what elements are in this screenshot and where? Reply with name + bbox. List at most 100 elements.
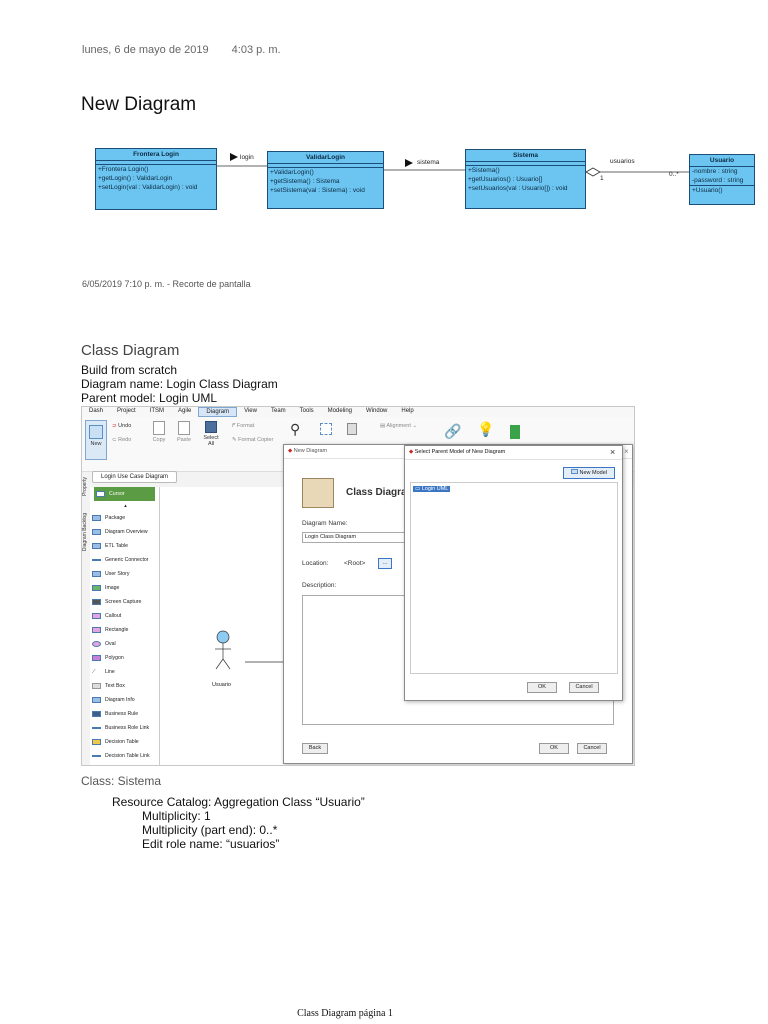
menu-team[interactable]: Team — [264, 407, 293, 417]
parent-dialog-title: Select Parent Model of New Diagram — [414, 449, 506, 455]
redo-button[interactable]: ⊂ Redo — [112, 437, 131, 443]
dialog-close-icon[interactable]: × — [624, 447, 629, 456]
palette-label: Image — [105, 585, 120, 591]
class-sistema[interactable]: Sistema +Sistema() +getUsuarios() : Usua… — [465, 149, 586, 209]
actor-leg — [222, 658, 231, 670]
new-diagram-button[interactable]: New — [85, 420, 107, 460]
menu-agile[interactable]: Agile — [171, 407, 198, 417]
copy-button[interactable]: Copy — [149, 421, 169, 443]
location-label: Location: — [302, 560, 329, 567]
search-icon[interactable]: ⚲ — [290, 421, 300, 438]
operation: +setLogin(val : ValidarLogin) : void — [98, 184, 198, 191]
palette-business-rule[interactable]: Business Rule — [90, 707, 159, 721]
lightbulb-icon[interactable]: 💡 — [477, 421, 494, 438]
menu-bar: Dash Project ITSM Agile Diagram View Tea… — [82, 407, 634, 417]
tree-item-login-uml[interactable]: ▭ Login UML — [413, 486, 451, 492]
menu-window[interactable]: Window — [359, 407, 394, 417]
palette-label: Business Rule — [105, 711, 139, 717]
diagram-name-label: Diagram Name: — [302, 520, 348, 527]
etl-table-icon — [92, 543, 101, 549]
palette-image[interactable]: Image — [90, 581, 159, 595]
palette-etl-table[interactable]: ETL Table — [90, 539, 159, 553]
uml-class-diagram: login sistema usuarios 1 0..* Frontera L… — [0, 0, 768, 230]
palette-diagram-overview[interactable]: Diagram Overview — [90, 525, 159, 539]
menu-view[interactable]: View — [237, 407, 264, 417]
operation: +getUsuarios() : Usuario[] — [468, 176, 543, 183]
operation: +Frontera Login() — [98, 166, 149, 173]
operation: +getSistema() : Sistema — [270, 178, 340, 185]
select-all-button[interactable]: Select All — [200, 421, 222, 447]
palette-business-role-link[interactable]: Business Role Link — [90, 721, 159, 735]
menu-help[interactable]: Help — [394, 407, 420, 417]
section-line: Build from scratch — [81, 363, 178, 377]
class-name: ValidarLogin — [268, 152, 383, 164]
palette-generic-connector[interactable]: Generic Connector — [90, 553, 159, 567]
palette-decision-table-link[interactable]: Decision Table Link — [90, 749, 159, 763]
menu-project[interactable]: Project — [110, 407, 143, 417]
class-usuario[interactable]: Usuario -nombre : string -password : str… — [689, 154, 755, 205]
bookmark-icon[interactable] — [510, 425, 520, 439]
select-all-icon — [205, 421, 217, 433]
assoc-label-usuarios: usuarios — [610, 158, 635, 165]
connector-icon[interactable] — [347, 423, 357, 437]
palette-label: Decision Table — [105, 739, 139, 745]
back-button[interactable]: Back — [302, 743, 328, 754]
dialog-ok-button[interactable]: OK — [539, 743, 569, 754]
app-screenshot: Dash Project ITSM Agile Diagram View Tea… — [81, 406, 635, 766]
parent-dialog-close-icon[interactable]: × — [610, 447, 615, 457]
operation: +getLogin() : ValidarLogin — [98, 175, 173, 182]
menu-itsm[interactable]: ITSM — [143, 407, 171, 417]
link-icon[interactable]: 🔗 — [444, 423, 461, 440]
tab-property[interactable]: Property — [82, 477, 88, 496]
paste-button[interactable]: Paste — [174, 421, 194, 443]
palette-text-box[interactable]: Text Box — [90, 679, 159, 693]
model-folder-icon: ▭ — [415, 486, 422, 492]
class-frontera-login[interactable]: Frontera Login +Frontera Login() +getLog… — [95, 148, 217, 210]
palette-user-story[interactable]: User Story — [90, 567, 159, 581]
palette-scroll-up[interactable]: ▴ — [90, 501, 159, 511]
palette-oval[interactable]: Oval — [90, 637, 159, 651]
description-label: Description: — [302, 582, 337, 589]
diagram-name-input[interactable]: Login Class Diagram — [302, 532, 412, 543]
palette-rectangle[interactable]: Rectangle — [90, 623, 159, 637]
app-logo-icon: ◆ — [409, 449, 414, 455]
palette-diagram-info[interactable]: Diagram Info — [90, 693, 159, 707]
multiplicity-part: 0..* — [669, 171, 679, 178]
palette-polygon[interactable]: Polygon — [90, 651, 159, 665]
dialog-cancel-button[interactable]: Cancel — [577, 743, 607, 754]
layout-icon[interactable] — [320, 423, 332, 437]
format-button[interactable]: 𝐹 Format — [232, 423, 254, 430]
tab-login-use-case-diagram[interactable]: Login Use Case Diagram — [92, 471, 178, 483]
menu-tools[interactable]: Tools — [293, 407, 321, 417]
palette-decision-table[interactable]: Decision Table — [90, 735, 159, 749]
tab-diagram-backlog[interactable]: Diagram Backlog — [82, 513, 88, 551]
palette-line[interactable]: ⟋ Line — [90, 665, 159, 679]
palette-callout[interactable]: Callout — [90, 609, 159, 623]
parent-cancel-button[interactable]: Cancel — [569, 682, 599, 693]
palette-label: Package — [105, 515, 126, 521]
multiplicity-part-line: Multiplicity (part end): 0..* — [142, 823, 278, 837]
palette-label: User Story — [105, 571, 130, 577]
palette-package[interactable]: Package — [90, 511, 159, 525]
class-name: Frontera Login — [96, 149, 216, 161]
menu-modeling[interactable]: Modeling — [321, 407, 359, 417]
new-model-button[interactable]: New Model — [563, 467, 615, 479]
new-model-label: New Model — [579, 470, 608, 476]
parent-ok-button[interactable]: OK — [527, 682, 557, 693]
palette-cursor[interactable]: Cursor — [94, 487, 155, 501]
format-copier-button[interactable]: ✎ Format Copier — [232, 437, 273, 443]
undo-button[interactable]: ⊃ Undo — [112, 423, 131, 429]
class-diagram-icon — [302, 478, 334, 508]
section-line: Parent model: Login UML — [81, 391, 218, 405]
alignment-button[interactable]: ▤ Alignment ⌄ — [380, 423, 417, 429]
menu-diagram[interactable]: Diagram — [198, 407, 238, 417]
multiplicity-whole: 1 — [600, 175, 604, 182]
palette-label: Business Role Link — [105, 725, 150, 731]
class-validar-login[interactable]: ValidarLogin +ValidarLogin() +getSistema… — [267, 151, 384, 209]
menu-dash[interactable]: Dash — [82, 407, 110, 417]
undo-label: Undo — [118, 423, 132, 429]
line-icon: ⟋ — [92, 669, 96, 675]
connector-shape — [347, 423, 357, 435]
palette-screen-capture[interactable]: Screen Capture — [90, 595, 159, 609]
location-browse-button[interactable]: ... — [378, 558, 392, 569]
